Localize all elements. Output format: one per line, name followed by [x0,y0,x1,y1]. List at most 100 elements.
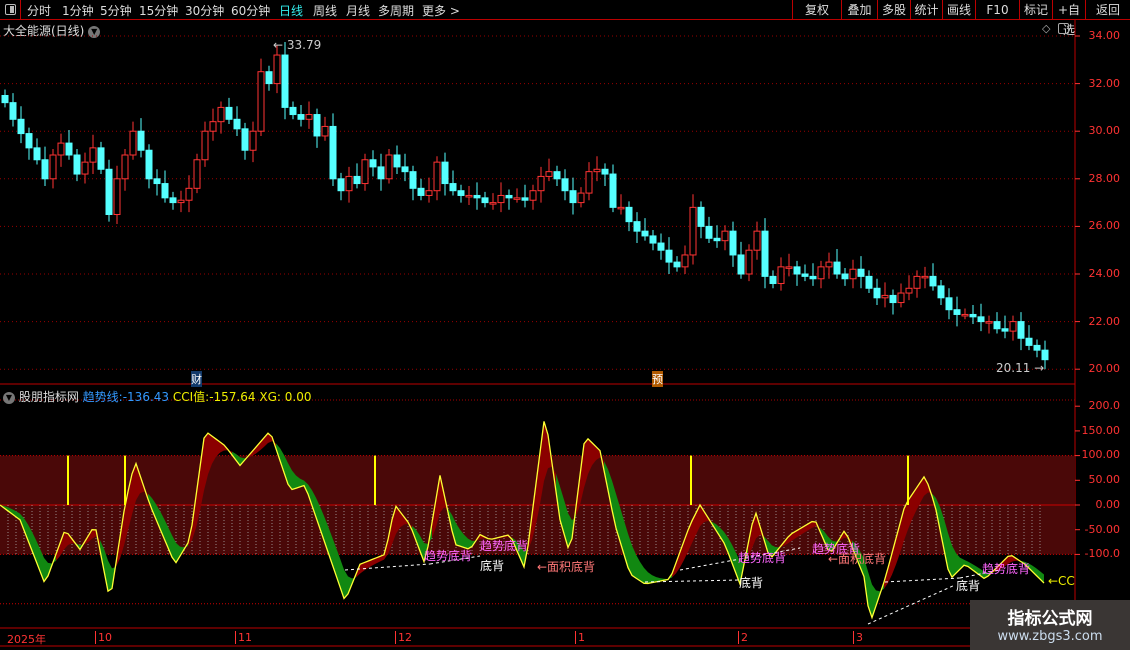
candle-body [873,287,881,299]
candle-body [457,190,465,196]
candle-body [313,114,321,137]
candle-body [433,161,441,192]
candle-body [841,273,849,280]
candle-body [249,130,257,151]
candle-body [945,297,953,311]
candle-body [697,206,705,227]
candle-body [465,194,473,198]
candle-body [281,54,289,108]
candle-body [921,275,929,279]
candle-body [809,275,817,280]
candle-body [289,106,297,116]
high-price-label: ← 33.79 [273,38,322,52]
candle-body [737,254,745,275]
indicator-tick: 150.00 [1081,423,1121,437]
candle-body [649,235,657,244]
candle-body [449,183,457,192]
candle-body [937,285,945,299]
candle-body [137,130,145,151]
candle-body [129,130,137,156]
candle-body [913,275,921,289]
candle-body [481,197,489,204]
price-tick: 26.00 [1088,219,1121,233]
candle-body [593,168,601,173]
candle-body [17,118,25,135]
candle-body [553,171,561,180]
candle-body [817,266,825,280]
candle-body [257,71,265,132]
trend-label: 趋势线: [82,390,123,404]
candle-body [121,154,129,180]
candle-body [41,159,49,180]
candle-body [265,71,273,85]
trend-value: -136.43 [122,390,170,404]
watermark: 指标公式网 www.zbgs3.com [970,600,1130,650]
indicator-name[interactable]: 股朋指标网 [19,390,79,404]
candle-body [865,275,873,289]
candle-body [889,294,897,304]
candle-body [617,206,625,210]
candle-body [353,175,361,185]
annotation-bottom-div: 底背 [739,576,764,590]
price-tick: 22.00 [1088,314,1121,328]
time-tick: 12 [395,631,412,644]
candle-body [1017,321,1025,339]
candle-body [273,54,281,85]
candle-body [569,190,577,204]
annotation-trend-div: 趋势底背 [982,562,1031,576]
chart-canvas[interactable] [0,0,1130,650]
indicator-tick: -50.00 [1084,522,1120,536]
price-tick: 32.00 [1088,76,1121,90]
cci-value: -157.64 [209,390,256,404]
time-tick: 10 [95,631,112,644]
candle-body [545,171,553,177]
candle-body [625,206,633,223]
candle-body [969,313,977,318]
indicator-tick: 200.0 [1088,399,1121,412]
candle-body [977,316,985,323]
candle-body [993,321,1001,330]
candle-body [953,309,961,315]
candle-body [801,273,809,277]
candle-body [537,175,545,192]
candle-body [673,261,681,268]
annotation-area-div: ←面积底背 [537,560,596,574]
candle-body [401,166,409,173]
candle-body [857,268,865,277]
divergence-line [884,577,961,583]
forecast-event-mark[interactable]: 预 [652,371,663,387]
candle-body [745,249,753,275]
watermark-url: www.zbgs3.com [997,629,1103,644]
candle-body [633,221,641,232]
xg-label: XG: [259,390,281,404]
candle-body [385,154,393,180]
candle-body [521,197,529,201]
candle-body [753,230,761,251]
candle-body [585,171,593,194]
candle-body [145,149,153,180]
candle-body [177,199,185,204]
cci-trend-fill [640,561,644,584]
candle-body [897,292,905,304]
price-tick: 30.00 [1088,124,1121,138]
watermark-title: 指标公式网 [1007,609,1093,629]
annotation-trend-div: 趋势底背 [424,549,473,563]
finance-event-mark[interactable]: 财 [191,371,202,387]
candle-body [881,294,889,299]
price-tick: 34.00 [1088,29,1121,42]
chevron-down-icon[interactable]: ▼ [3,391,15,404]
candle-body [81,161,89,175]
candle-body [105,168,113,215]
candle-body [601,168,609,175]
annotation-cci-tag: ←CC [1048,574,1075,588]
price-tick: 20.00 [1088,362,1121,376]
candle-body [345,175,353,192]
candle-body [1001,328,1009,332]
candle-body [657,242,665,251]
candle-body [97,147,105,170]
candle-body [209,121,217,132]
candle-body [513,197,521,200]
candle-body [161,183,169,199]
candle-body [905,287,913,294]
candle-body [25,133,33,149]
